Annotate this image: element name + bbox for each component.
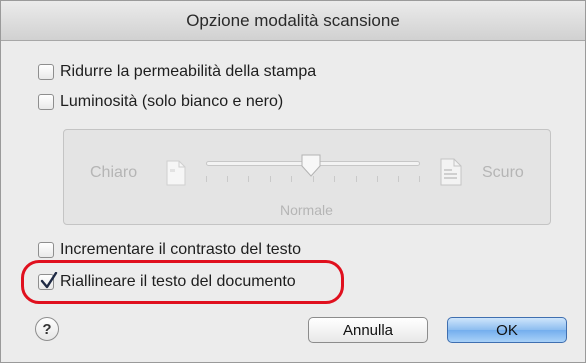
checkbox-increase-text-contrast[interactable] — [38, 242, 54, 258]
brightness-dark-label: Scuro — [482, 164, 524, 181]
option-brightness[interactable]: Luminosità (solo bianco e nero) — [38, 93, 283, 111]
title-bar: Opzione modalità scansione — [1, 1, 585, 41]
checkbox-reduce-bleed-through[interactable] — [38, 64, 54, 80]
scan-mode-options-dialog: Opzione modalità scansione Ridurre la pe… — [0, 0, 586, 363]
dark-document-icon — [440, 158, 462, 186]
dialog-title: Opzione modalità scansione — [186, 10, 400, 30]
brightness-normal-label: Normale — [280, 202, 333, 218]
option-increase-text-contrast[interactable]: Incrementare il contrasto del testo — [38, 241, 301, 259]
option-label: Luminosità (solo bianco e nero) — [60, 93, 284, 110]
brightness-light-label: Chiaro — [90, 164, 138, 181]
light-document-icon — [166, 160, 186, 186]
option-reduce-bleed-through[interactable]: Ridurre la permeabilità della stampa — [38, 63, 316, 81]
ok-button-label: OK — [496, 321, 518, 339]
option-label: Incrementare il contrasto del testo — [60, 241, 302, 258]
help-button[interactable]: ? — [35, 317, 59, 341]
help-icon: ? — [42, 320, 52, 338]
ok-button[interactable]: OK — [447, 317, 567, 343]
highlight-annotation — [21, 260, 344, 304]
cancel-button-label: Annulla — [342, 321, 394, 339]
option-label: Ridurre la permeabilità della stampa — [60, 63, 317, 80]
cancel-button[interactable]: Annulla — [308, 317, 428, 343]
brightness-slider-knob[interactable] — [300, 154, 322, 178]
brightness-group: Chiaro Scuro Normale — [63, 129, 551, 225]
checkbox-brightness[interactable] — [38, 94, 54, 110]
